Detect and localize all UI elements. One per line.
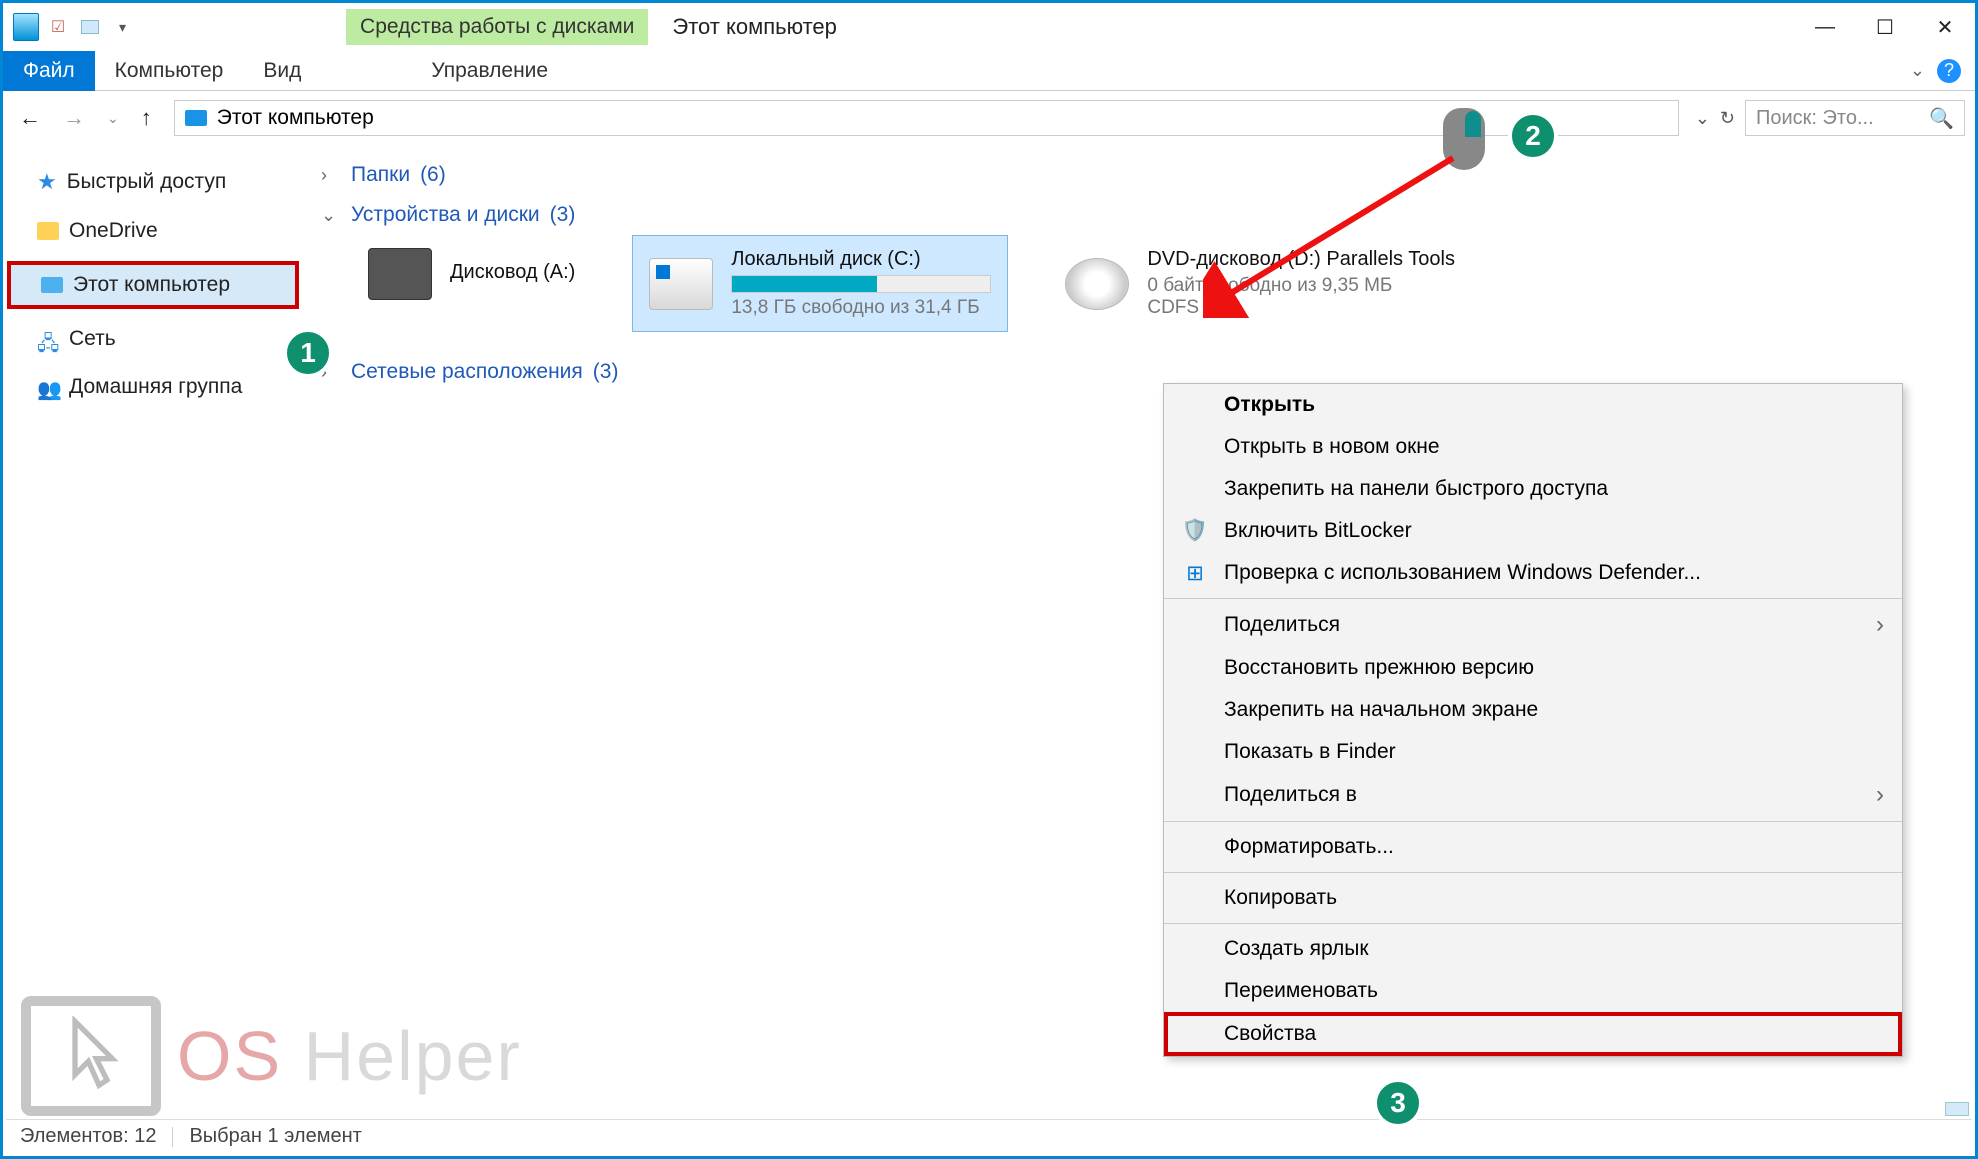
ctx-pin-quick-access[interactable]: Закрепить на панели быстрого доступа [1164, 468, 1902, 510]
watermark-logo: OS Helper [21, 996, 522, 1116]
back-button[interactable]: ← [13, 101, 47, 135]
ctx-show-in-finder[interactable]: Показать в Finder [1164, 731, 1902, 773]
explorer-icon[interactable] [13, 14, 39, 40]
folder-icon [37, 222, 59, 240]
address-text: Этот компьютер [217, 106, 374, 130]
qat-dropdown-icon[interactable]: ▾ [109, 19, 136, 36]
ctx-restore-previous[interactable]: Восстановить прежнюю версию [1164, 647, 1902, 689]
drive-floppy[interactable]: Дисковод (A:) [351, 235, 592, 313]
help-icon[interactable]: ? [1937, 59, 1961, 83]
tab-view[interactable]: Вид [243, 51, 321, 91]
annotation-badge-2: 2 [1508, 111, 1558, 161]
ctx-defender[interactable]: ⊞Проверка с использованием Windows Defen… [1164, 552, 1902, 594]
search-icon: 🔍 [1929, 106, 1954, 131]
ctx-open-new-window[interactable]: Открыть в новом окне [1164, 426, 1902, 468]
shield-icon: 🛡️ [1182, 518, 1208, 544]
chevron-right-icon: › [321, 165, 341, 186]
star-icon: ★ [37, 169, 57, 195]
sidebar-quick-access[interactable]: ★Быстрый доступ [7, 163, 299, 201]
ctx-share-in[interactable]: Поделиться в› [1164, 773, 1902, 817]
context-menu: Открыть Открыть в новом окне Закрепить н… [1163, 383, 1903, 1057]
up-button[interactable]: ↑ [135, 101, 158, 135]
chevron-right-icon: › [1876, 781, 1884, 809]
new-folder-qat-icon[interactable] [77, 14, 103, 40]
annotation-badge-1: 1 [283, 328, 333, 378]
ctx-pin-start[interactable]: Закрепить на начальном экране [1164, 689, 1902, 731]
maximize-button[interactable]: ☐ [1855, 3, 1915, 51]
pc-icon [41, 277, 63, 293]
chevron-down-icon: ⌄ [321, 205, 341, 226]
network-icon: 🖧 [37, 329, 59, 349]
ribbon-collapse-icon[interactable]: ⌄ [1910, 60, 1925, 81]
tab-manage[interactable]: Управление [411, 51, 568, 91]
sidebar-homegroup[interactable]: 👥Домашняя группа [7, 369, 299, 405]
address-dropdown-icon[interactable]: ⌄ [1695, 108, 1710, 129]
tab-file[interactable]: Файл [3, 51, 95, 91]
annotation-badge-3: 3 [1373, 1078, 1423, 1128]
chevron-right-icon: › [1876, 611, 1884, 639]
floppy-icon [368, 248, 432, 300]
tab-computer[interactable]: Компьютер [95, 51, 244, 91]
defender-icon: ⊞ [1182, 560, 1208, 586]
status-selection: Выбран 1 элемент [189, 1125, 361, 1148]
annotation-arrow [1203, 148, 1463, 318]
ribbon-tabs: Файл Компьютер Вид Управление ⌄ ? [3, 51, 1975, 91]
sidebar-this-pc[interactable]: Этот компьютер [7, 261, 299, 309]
refresh-button[interactable]: ↻ [1720, 108, 1735, 129]
ctx-copy[interactable]: Копировать [1164, 877, 1902, 919]
quick-access-toolbar: ☑ ▾ [3, 3, 146, 51]
dvd-icon [1065, 258, 1129, 310]
navigation-bar: ← → ⌄ ↑ Этот компьютер ⌄ ↻ Поиск: Это...… [3, 91, 1975, 145]
sidebar-onedrive[interactable]: OneDrive [7, 213, 299, 249]
search-input[interactable]: Поиск: Это... 🔍 [1745, 100, 1965, 136]
search-placeholder: Поиск: Это... [1756, 107, 1874, 130]
status-bar: Элементов: 12 Выбран 1 элемент [6, 1119, 1972, 1153]
ctx-share[interactable]: Поделиться› [1164, 603, 1902, 647]
drive-local-c[interactable]: Локальный диск (C:) 13,8 ГБ свободно из … [632, 235, 1008, 332]
title-bar: ☑ ▾ Средства работы с дисками Этот компь… [3, 3, 1975, 51]
context-tab-header: Средства работы с дисками [346, 9, 648, 45]
group-folders[interactable]: › Папки (6) [321, 155, 1957, 195]
sidebar-network[interactable]: 🖧Сеть [7, 321, 299, 357]
ctx-properties[interactable]: Свойства [1164, 1012, 1902, 1056]
address-pc-icon [185, 110, 207, 126]
recent-dropdown-icon[interactable]: ⌄ [101, 106, 125, 131]
ctx-open[interactable]: Открыть [1164, 384, 1902, 426]
ctx-bitlocker[interactable]: 🛡️Включить BitLocker [1164, 510, 1902, 552]
status-item-count: Элементов: 12 [20, 1125, 156, 1148]
properties-qat-icon[interactable]: ☑ [45, 14, 71, 40]
navigation-pane: ★Быстрый доступ OneDrive Этот компьютер … [3, 145, 303, 1120]
view-icon[interactable] [1945, 1102, 1969, 1116]
drive-c-usage-bar [731, 275, 991, 293]
ctx-format[interactable]: Форматировать... [1164, 826, 1902, 868]
cursor-icon [21, 996, 161, 1116]
hdd-icon [649, 258, 713, 310]
address-actions: ⌄ ↻ [1695, 108, 1735, 129]
minimize-button[interactable]: — [1795, 3, 1855, 51]
ctx-create-shortcut[interactable]: Создать ярлык [1164, 928, 1902, 970]
forward-button[interactable]: → [57, 101, 91, 135]
group-devices[interactable]: ⌄ Устройства и диски (3) [321, 195, 1957, 235]
close-button[interactable]: ✕ [1915, 3, 1975, 51]
ctx-rename[interactable]: Переименовать [1164, 970, 1902, 1012]
homegroup-icon: 👥 [37, 377, 59, 397]
window-title: Этот компьютер [672, 14, 837, 40]
